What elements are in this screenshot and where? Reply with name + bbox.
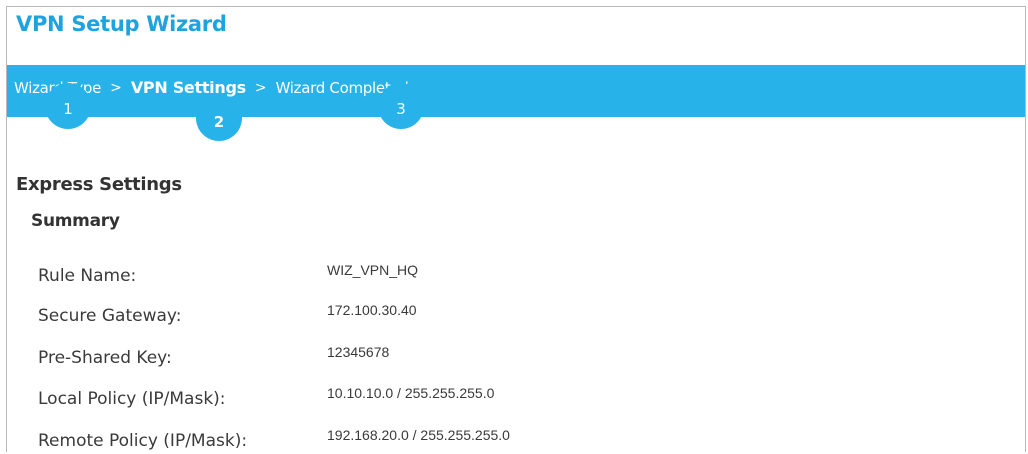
step-indicator-3: 3 xyxy=(378,83,424,129)
field-label: Local Policy (IP/Mask): xyxy=(38,389,226,409)
wizard-window: VPN Setup Wizard Wizard Type > VPN Setti… xyxy=(6,6,1026,452)
summary-row-secure-gateway: Secure Gateway: 172.100.30.40 xyxy=(38,302,938,329)
field-label: Pre-Shared Key: xyxy=(38,348,172,368)
chevron-right-icon: > xyxy=(110,79,122,96)
field-value: 172.100.30.40 xyxy=(327,302,417,318)
summary-row-rule-name: Rule Name: WIZ_VPN_HQ xyxy=(38,262,938,289)
field-value: 12345678 xyxy=(327,344,390,360)
summary-row-remote-policy: Remote Policy (IP/Mask): 192.168.20.0 / … xyxy=(38,427,938,452)
step-indicator-2-active: 2 xyxy=(196,95,242,141)
field-label: Rule Name: xyxy=(38,266,137,286)
wizard-title: VPN Setup Wizard xyxy=(16,12,227,36)
field-value: 10.10.10.0 / 255.255.255.0 xyxy=(327,385,495,401)
field-value: 192.168.20.0 / 255.255.255.0 xyxy=(327,427,510,443)
summary-title: Summary xyxy=(31,211,120,231)
section-title: Express Settings xyxy=(16,174,182,195)
summary-row-local-policy: Local Policy (IP/Mask): 10.10.10.0 / 255… xyxy=(38,385,938,412)
chevron-right-icon: > xyxy=(254,79,267,96)
field-label: Secure Gateway: xyxy=(38,306,182,326)
summary-row-pre-shared-key: Pre-Shared Key: 12345678 xyxy=(38,344,938,371)
step-number: 1 xyxy=(63,100,73,118)
step-label-vpn-settings: VPN Settings xyxy=(130,78,246,97)
step-indicator-1: 1 xyxy=(45,83,91,129)
step-progress-bar: Wizard Type > VPN Settings > Wizard Comp… xyxy=(7,65,1025,117)
field-label: Remote Policy (IP/Mask): xyxy=(38,431,248,451)
step-number: 3 xyxy=(396,100,406,118)
step-number: 2 xyxy=(213,113,225,131)
field-value: WIZ_VPN_HQ xyxy=(327,262,419,278)
